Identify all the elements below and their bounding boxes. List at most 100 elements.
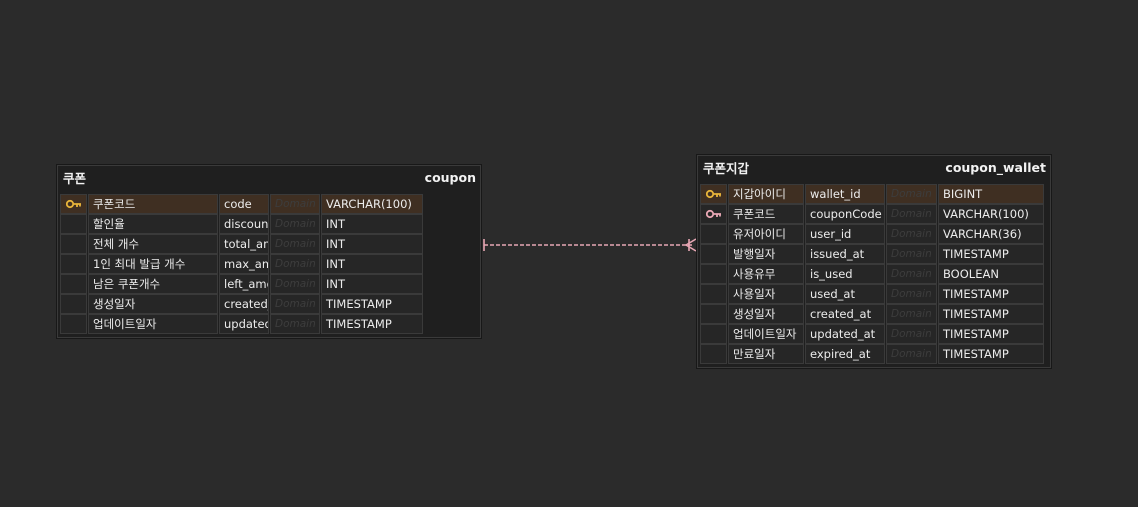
column-row[interactable]: 업데이트일자updated_atDomainTIMESTAMP — [60, 314, 478, 334]
column-logical-name[interactable]: 발행일자 — [728, 244, 804, 264]
column-row[interactable]: 생성일자created_atDomainTIMESTAMP — [60, 294, 478, 314]
column-row[interactable]: 업데이트일자updated_atDomainTIMESTAMP — [700, 324, 1048, 344]
column-logical-name[interactable]: 사용일자 — [728, 284, 804, 304]
column-data-type[interactable]: VARCHAR(36) — [938, 224, 1044, 244]
table-header[interactable]: 쿠폰지갑 coupon_wallet — [700, 156, 1048, 178]
table-header[interactable]: 쿠폰 coupon — [60, 166, 478, 188]
column-domain[interactable]: Domain — [886, 284, 937, 304]
column-logical-name[interactable]: 전체 개수 — [88, 234, 218, 254]
column-physical-name[interactable]: code — [219, 194, 269, 214]
column-logical-name[interactable]: 업데이트일자 — [88, 314, 218, 334]
key-cell — [700, 204, 727, 224]
column-physical-name[interactable]: created_at — [805, 304, 885, 324]
key-cell — [700, 224, 727, 244]
column-physical-name[interactable]: wallet_id — [805, 184, 885, 204]
column-domain[interactable]: Domain — [886, 224, 937, 244]
erd-canvas[interactable]: 쿠폰 coupon 쿠폰코드 code Domain VARCHAR(100) 할인율 d… — [0, 0, 1138, 507]
column-physical-name[interactable]: used_at — [805, 284, 885, 304]
key-cell — [700, 244, 727, 264]
table-logical-name: 쿠폰지갑 — [703, 160, 750, 176]
table-logical-name: 쿠폰 — [63, 170, 87, 186]
column-row[interactable]: 지갑아이디 wallet_id Domain BIGINT — [700, 184, 1048, 204]
key-cell — [60, 214, 87, 234]
column-row[interactable]: 쿠폰코드 code Domain VARCHAR(100) — [60, 194, 478, 214]
column-data-type[interactable]: TIMESTAMP — [321, 314, 423, 334]
column-data-type[interactable]: TIMESTAMP — [321, 294, 423, 314]
column-physical-name[interactable]: left_amount — [219, 274, 269, 294]
column-physical-name[interactable]: couponCode — [805, 204, 885, 224]
column-logical-name[interactable]: 쿠폰코드 — [728, 204, 804, 224]
column-domain[interactable]: Domain — [886, 264, 937, 284]
key-cell — [700, 264, 727, 284]
crowfoot-lower — [685, 244, 697, 252]
column-domain[interactable]: Domain — [886, 324, 937, 344]
column-data-type[interactable]: TIMESTAMP — [938, 324, 1044, 344]
column-row[interactable]: 발행일자 issued_at Domain TIMESTAMP — [700, 244, 1048, 264]
column-domain[interactable]: Domain — [270, 274, 320, 294]
column-data-type[interactable]: TIMESTAMP — [938, 304, 1044, 324]
crowfoot-upper — [685, 238, 697, 246]
column-data-type[interactable]: VARCHAR(100) — [938, 204, 1044, 224]
key-cell — [60, 194, 87, 214]
column-domain[interactable]: Domain — [886, 304, 937, 324]
column-data-type[interactable]: VARCHAR(100) — [321, 194, 423, 214]
column-logical-name[interactable]: 생성일자 — [728, 304, 804, 324]
table-coupon-wallet[interactable]: 쿠폰지갑 coupon_wallet 지갑아이디 wallet_id Domain B… — [697, 155, 1051, 368]
column-data-type[interactable]: INT — [321, 254, 423, 274]
column-domain[interactable]: Domain — [886, 344, 937, 364]
column-row[interactable]: 사용유무 is_used Domain BOOLEAN — [700, 264, 1048, 284]
table-physical-name: coupon — [424, 169, 476, 185]
column-domain[interactable]: Domain — [270, 254, 320, 274]
column-row[interactable]: 생성일자created_atDomainTIMESTAMP — [700, 304, 1048, 324]
column-domain[interactable]: Domain — [270, 234, 320, 254]
column-physical-name[interactable]: updated_at — [219, 314, 269, 334]
column-physical-name[interactable]: issued_at — [805, 244, 885, 264]
column-physical-name[interactable]: total_amount — [219, 234, 269, 254]
column-data-type[interactable]: TIMESTAMP — [938, 344, 1044, 364]
key-cell — [60, 274, 87, 294]
column-domain[interactable]: Domain — [270, 214, 320, 234]
column-row[interactable]: 사용일자 used_at Domain TIMESTAMP — [700, 284, 1048, 304]
column-row[interactable]: 전체 개수total_amountDomainINT — [60, 234, 478, 254]
column-row[interactable]: 만료일자 expired_at Domain TIMESTAMP — [700, 344, 1048, 364]
column-physical-name[interactable]: expired_at — [805, 344, 885, 364]
column-physical-name[interactable]: user_id — [805, 224, 885, 244]
key-cell — [60, 294, 87, 314]
column-physical-name[interactable]: discount — [219, 214, 269, 234]
column-physical-name[interactable]: is_used — [805, 264, 885, 284]
column-logical-name[interactable]: 만료일자 — [728, 344, 804, 364]
column-row[interactable]: 남은 쿠폰개수left_amountDomainINT — [60, 274, 478, 294]
column-physical-name[interactable]: updated_at — [805, 324, 885, 344]
column-data-type[interactable]: INT — [321, 234, 423, 254]
column-logical-name[interactable]: 쿠폰코드 — [88, 194, 218, 214]
column-physical-name[interactable]: created_at — [219, 294, 269, 314]
key-cell — [60, 234, 87, 254]
column-domain[interactable]: Domain — [886, 204, 937, 224]
column-logical-name[interactable]: 생성일자 — [88, 294, 218, 314]
column-domain[interactable]: Domain — [270, 194, 320, 214]
column-domain[interactable]: Domain — [886, 184, 937, 204]
column-logical-name[interactable]: 유저아이디 — [728, 224, 804, 244]
column-row[interactable]: 쿠폰코드 couponCode Domain VARCHAR(100) — [700, 204, 1048, 224]
column-row[interactable]: 1인 최대 발급 개수max_amount_per_userDomainINT — [60, 254, 478, 274]
column-logical-name[interactable]: 남은 쿠폰개수 — [88, 274, 218, 294]
column-physical-name[interactable]: max_amount_per_user — [219, 254, 269, 274]
column-row[interactable]: 유저아이디 user_id Domain VARCHAR(36) — [700, 224, 1048, 244]
column-data-type[interactable]: INT — [321, 214, 423, 234]
column-domain[interactable]: Domain — [886, 244, 937, 264]
column-logical-name[interactable]: 업데이트일자 — [728, 324, 804, 344]
column-data-type[interactable]: BOOLEAN — [938, 264, 1044, 284]
column-domain[interactable]: Domain — [270, 294, 320, 314]
column-data-type[interactable]: TIMESTAMP — [938, 244, 1044, 264]
table-coupon[interactable]: 쿠폰 coupon 쿠폰코드 code Domain VARCHAR(100) 할인율 d… — [57, 165, 481, 338]
column-logical-name[interactable]: 할인율 — [88, 214, 218, 234]
key-cell — [700, 304, 727, 324]
column-logical-name[interactable]: 사용유무 — [728, 264, 804, 284]
column-domain[interactable]: Domain — [270, 314, 320, 334]
column-logical-name[interactable]: 1인 최대 발급 개수 — [88, 254, 218, 274]
column-data-type[interactable]: BIGINT — [938, 184, 1044, 204]
column-data-type[interactable]: INT — [321, 274, 423, 294]
column-data-type[interactable]: TIMESTAMP — [938, 284, 1044, 304]
column-logical-name[interactable]: 지갑아이디 — [728, 184, 804, 204]
column-row[interactable]: 할인율 discount Domain INT — [60, 214, 478, 234]
